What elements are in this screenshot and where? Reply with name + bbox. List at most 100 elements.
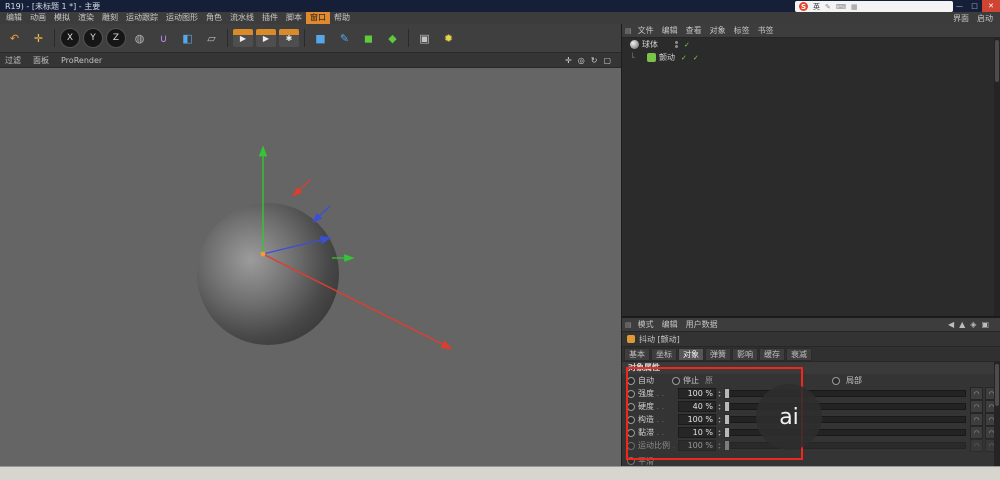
deformer-button[interactable]: ◆ (381, 27, 404, 49)
menu-simulate[interactable]: 模拟 (50, 12, 74, 24)
curve-button[interactable]: ◠ (970, 439, 983, 452)
object-row-jiggle[interactable]: └ 颤动 ✓ ✓ (622, 51, 1000, 64)
enabled-check-icon[interactable]: ✓ (684, 41, 690, 49)
viewport-menu-panel[interactable]: 面板 (33, 55, 49, 66)
render-visibility-dot[interactable] (675, 45, 678, 48)
menu-animation[interactable]: 动画 (26, 12, 50, 24)
tab-falloff[interactable]: 衰减 (786, 348, 812, 361)
menu-motion-tracker[interactable]: 运动跟踪 (122, 12, 162, 24)
strength-radio[interactable] (627, 390, 635, 398)
motion-scale-slider[interactable] (727, 442, 966, 449)
tab-object[interactable]: 对象 (678, 348, 704, 361)
panel-grid-icon[interactable]: ▤ (625, 321, 632, 329)
strength-value[interactable]: 100 % (678, 388, 716, 399)
visibility-dots[interactable] (675, 41, 678, 48)
object-name[interactable]: 颤动 (659, 52, 675, 63)
tab-cache[interactable]: 缓存 (759, 348, 785, 361)
ime-keyboard-icon[interactable]: ⌨ (836, 3, 846, 11)
slider-knob[interactable] (724, 401, 730, 412)
mirror-icon[interactable]: ◧ (176, 27, 199, 49)
view-pan-icon[interactable]: ✛ (565, 56, 572, 65)
menu-mograph[interactable]: 运动图形 (162, 12, 202, 24)
view-zoom-icon[interactable]: ◎ (578, 56, 585, 65)
world-coordinates-icon[interactable]: ◍ (128, 27, 151, 49)
structure-stepper[interactable] (716, 416, 723, 424)
om-menu-view[interactable]: 查看 (682, 24, 706, 37)
viewport-canvas[interactable] (0, 68, 621, 467)
drag-radio[interactable] (627, 429, 635, 437)
workplane-icon[interactable]: ▱ (200, 27, 223, 49)
viewport-menu-prorender[interactable]: ProRender (61, 56, 102, 65)
drag-value[interactable]: 10 % (678, 427, 716, 438)
tab-basic[interactable]: 基本 (624, 348, 650, 361)
curve-button[interactable]: ◠ (970, 400, 983, 413)
undo-icon[interactable]: ↶ (3, 27, 26, 49)
tab-springs[interactable]: 弹簧 (705, 348, 731, 361)
curve-button[interactable]: ◠ (970, 413, 983, 426)
om-menu-bookmarks[interactable]: 书签 (754, 24, 778, 37)
local-checkbox[interactable] (832, 377, 840, 385)
lock-x-button[interactable]: X (60, 28, 80, 48)
motion-scale-stepper[interactable] (716, 442, 723, 450)
menu-window[interactable]: 窗口 (306, 12, 330, 24)
section-object-properties[interactable]: 对象属性 (622, 362, 1000, 374)
close-button[interactable]: ✕ (982, 0, 1000, 12)
stop-label[interactable]: 停止 (683, 375, 699, 386)
stiffness-stepper[interactable] (716, 403, 723, 411)
object-name[interactable]: 球体 (642, 39, 658, 50)
structure-radio[interactable] (627, 416, 635, 424)
scrollbar-thumb[interactable] (995, 364, 999, 406)
camera-button[interactable]: ▣ (413, 27, 436, 49)
scrollbar-thumb[interactable] (995, 40, 999, 82)
snap-icon[interactable]: ∪ (152, 27, 175, 49)
interface-dropdown[interactable]: 界面 (953, 13, 969, 24)
ime-toolbar[interactable]: S 英 ✎ ⌨ ▦ (795, 1, 953, 12)
am-menu-edit[interactable]: 编辑 (658, 318, 682, 331)
history-back-icon[interactable]: ◀ (948, 320, 954, 329)
stiffness-radio[interactable] (627, 403, 635, 411)
lock-y-button[interactable]: Y (83, 28, 103, 48)
menu-edit[interactable]: 编辑 (2, 12, 26, 24)
menu-render[interactable]: 渲染 (74, 12, 98, 24)
render-view-button[interactable]: ▶ (233, 29, 253, 47)
menu-help[interactable]: 帮助 (330, 12, 354, 24)
gizmo-handle-red[interactable] (294, 180, 310, 195)
view-rotate-icon[interactable]: ↻ (591, 56, 598, 65)
om-menu-file[interactable]: 文件 (634, 24, 658, 37)
maximize-button[interactable]: □ (967, 0, 982, 12)
attribute-scrollbar[interactable] (994, 362, 1000, 467)
sphere-object[interactable] (197, 203, 339, 345)
editor-visibility-dot[interactable] (675, 41, 678, 44)
am-menu-mode[interactable]: 模式 (634, 318, 658, 331)
motion-scale-value[interactable]: 100 % (678, 440, 716, 451)
enabled-check-icon[interactable]: ✓ (681, 54, 687, 62)
view-toggle-icon[interactable]: ▢ (603, 56, 611, 65)
slider-knob[interactable] (724, 427, 730, 438)
gizmo-origin[interactable] (261, 252, 266, 257)
curve-button[interactable]: ◠ (970, 426, 983, 439)
slider-knob[interactable] (724, 414, 730, 425)
object-tree[interactable]: 球体 ✓ └ 颤动 ✓ ✓ (622, 38, 1000, 316)
cube-primitive-button[interactable]: ■ (309, 27, 332, 49)
local-label[interactable]: 局部 (846, 375, 862, 386)
lock-icon[interactable]: ◈ (970, 320, 976, 329)
axis-move-icon[interactable]: ✛ (27, 27, 50, 49)
tab-forces[interactable]: 影响 (732, 348, 758, 361)
am-menu-userdata[interactable]: 用户数据 (682, 318, 722, 331)
footer-radio[interactable] (627, 457, 635, 465)
drag-stepper[interactable] (716, 429, 723, 437)
curve-button[interactable]: ◠ (970, 387, 983, 400)
object-manager-scrollbar[interactable] (994, 38, 1000, 316)
spline-pen-button[interactable]: ✎ (333, 27, 356, 49)
ime-language-toggle[interactable]: 英 (813, 2, 820, 12)
slider-knob[interactable] (724, 440, 730, 451)
stiffness-value[interactable]: 40 % (678, 401, 716, 412)
history-up-icon[interactable]: ▲ (959, 320, 965, 329)
auto-radio[interactable] (627, 377, 635, 385)
om-menu-objects[interactable]: 对象 (706, 24, 730, 37)
menu-pipeline[interactable]: 流水线 (226, 12, 258, 24)
render-picture-viewer-button[interactable]: ▶ (256, 29, 276, 47)
strength-stepper[interactable] (716, 390, 723, 398)
motion-scale-radio[interactable] (627, 442, 635, 450)
mograph-button[interactable]: ◼ (357, 27, 380, 49)
